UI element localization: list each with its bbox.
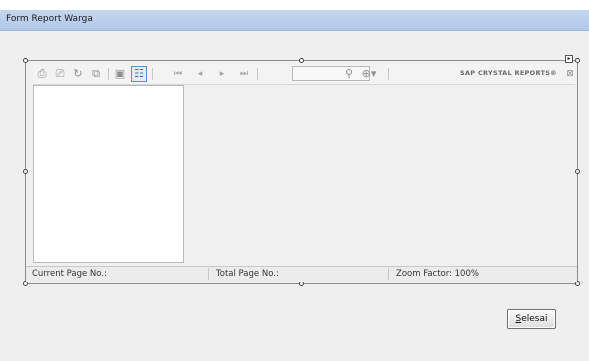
status-divider: [208, 268, 209, 280]
toggle-parameter-panel-icon[interactable]: ▣: [113, 67, 127, 81]
previous-page-icon[interactable]: ◂: [193, 67, 207, 81]
toolbar-separator: [108, 68, 109, 80]
refresh-icon[interactable]: ↻: [71, 67, 85, 81]
toolbar-separator: [388, 68, 389, 80]
zoom-factor-label: Zoom Factor: 100%: [396, 269, 479, 279]
report-page-area[interactable]: [185, 85, 575, 263]
group-tree-panel[interactable]: [33, 85, 184, 263]
window-top-edge: [0, 0, 589, 10]
resize-handle-top-right[interactable]: [575, 58, 580, 63]
selesai-button[interactable]: Selesai: [507, 309, 556, 329]
resize-handle-top[interactable]: [299, 58, 304, 63]
total-page-label: Total Page No.:: [216, 269, 279, 279]
zoom-icon[interactable]: ⊕▾: [359, 67, 379, 81]
status-divider: [388, 268, 389, 280]
copy-icon[interactable]: ⧉: [89, 67, 103, 81]
title-bar[interactable]: Form Report Warga: [0, 10, 589, 31]
last-page-icon[interactable]: ⏭: [237, 67, 251, 81]
viewer-status-bar: Current Page No.: Total Page No.: Zoom F…: [26, 266, 577, 282]
print-icon[interactable]: ⎚: [53, 67, 67, 81]
selesai-label: elesai: [521, 314, 548, 324]
next-page-icon[interactable]: ▸: [215, 67, 229, 81]
first-page-icon[interactable]: ⏮: [171, 67, 185, 81]
export-icon[interactable]: ⎙: [35, 67, 49, 81]
viewer-toolbar: ⎙ ⎚ ↻ ⧉ ▣ ☷ ⏮ ◂ ▸ ⏭ ⚲ ⊕▾ SAP CRYSTAL REP…: [33, 64, 575, 85]
toolbar-separator: [152, 68, 153, 80]
smart-tag-icon[interactable]: ▸: [565, 55, 573, 63]
toolbar-separator: [257, 68, 258, 80]
viewer-close-icon[interactable]: ⊠: [563, 67, 577, 81]
window-title: Form Report Warga: [6, 14, 93, 24]
sap-crystal-reports-logo: SAP CRYSTAL REPORTS®: [460, 69, 557, 77]
resize-handle-left[interactable]: [23, 169, 28, 174]
resize-handle-right[interactable]: [575, 169, 580, 174]
toggle-group-tree-icon[interactable]: ☷: [131, 66, 147, 82]
current-page-label: Current Page No.:: [32, 269, 107, 279]
resize-handle-top-left[interactable]: [23, 58, 28, 63]
find-icon[interactable]: ⚲: [342, 67, 356, 81]
